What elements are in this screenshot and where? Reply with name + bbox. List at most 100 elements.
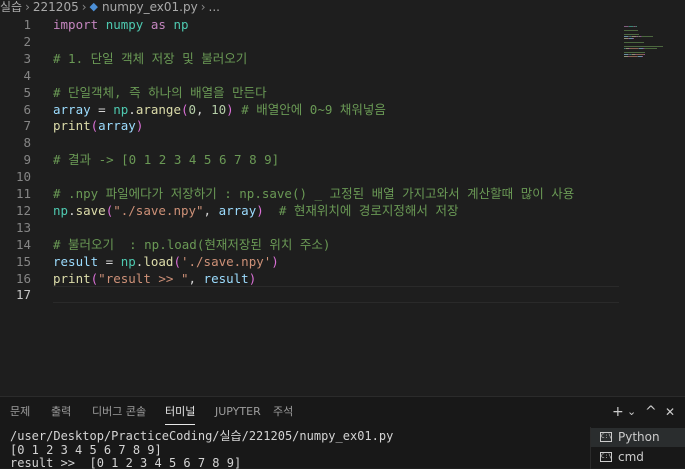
code-line[interactable]: 11 # .npy 파일에다가 저장하기 : np.save() _ 고정된 배열… — [0, 185, 620, 202]
line-code: array = np.arange(0, 10) # 배열안에 0~9 채워넣음 — [53, 101, 386, 118]
code-line[interactable]: 4 — [0, 67, 620, 84]
code-token: . — [68, 202, 76, 218]
code-token: arange — [135, 101, 181, 117]
tab-terminal[interactable]: 터미널 — [165, 397, 196, 427]
code-token: # 배열안에 0~9 채워넣음 — [241, 101, 386, 117]
code-token: load — [143, 253, 174, 269]
panel-actions: + ⌄ ^ ✕ — [610, 397, 685, 427]
chevron-right-icon: › — [200, 0, 206, 14]
terminal-item-label: cmd — [618, 450, 644, 464]
breadcrumb-folder-date[interactable]: 221205 — [33, 0, 79, 14]
line-code: # .npy 파일에다가 저장하기 : np.save() _ 고정된 배열 가… — [53, 185, 574, 202]
code-line[interactable]: 17 — [0, 286, 620, 304]
tab-comments[interactable]: 주석 — [273, 397, 293, 427]
code-token: result — [203, 270, 249, 286]
line-number: 8 — [23, 135, 31, 151]
line-number: 1 — [23, 17, 31, 32]
tab-jupyter[interactable]: JUPYTER — [215, 397, 261, 427]
line-code: print("result >> ", result) — [53, 270, 256, 287]
code-token: = — [98, 253, 121, 269]
line-number: 4 — [23, 67, 31, 83]
code-line[interactable]: 14 # 불러오기 : np.load(현재저장된 위치 주소) — [0, 236, 620, 253]
line-number: 15 — [15, 253, 31, 269]
minimap-line — [633, 38, 634, 39]
line-number: 3 — [23, 50, 31, 66]
terminal-item-python[interactable]: C:\ Python — [591, 428, 685, 447]
terminal-line: result >> [0 1 2 3 4 5 6 7 8 9] — [10, 456, 242, 469]
line-code: # 결과 -> [0 1 2 3 4 5 6 7 8 9] — [53, 151, 279, 168]
code-token: ( — [180, 101, 189, 117]
minimap-line — [636, 54, 644, 55]
bottom-panel: 문제 출력 디버그 콘솔 터미널 JUPYTER 주석 + ⌄ ^ ✕ /use… — [0, 396, 685, 469]
terminal-item-cmd[interactable]: C:\ cmd — [591, 448, 685, 467]
line-number: 5 — [23, 84, 31, 100]
minimap-line — [642, 36, 653, 37]
code-token: numpy — [105, 17, 144, 32]
minimap-line — [630, 48, 638, 49]
minimap[interactable] — [620, 14, 685, 74]
maximize-panel-icon[interactable]: ^ — [645, 397, 657, 427]
tab-problems[interactable]: 문제 — [10, 397, 30, 427]
code-token: array — [53, 101, 91, 117]
code-line[interactable]: 6 array = np.arange(0, 10) # 배열안에 0~9 채워넣… — [0, 101, 620, 118]
code-line[interactable]: 2 — [0, 33, 620, 50]
code-line[interactable]: 3 # 1. 단일 객체 저장 및 불러오기 — [0, 50, 620, 67]
line-code: print(array) — [53, 117, 143, 134]
code-token: ( — [173, 253, 181, 269]
minimap-line — [636, 26, 637, 27]
python-file-icon: ◆ — [89, 0, 98, 13]
terminal-output[interactable]: /user/Desktop/PracticeCoding/실습/221205/n… — [10, 430, 585, 469]
line-number: 12 — [15, 202, 31, 218]
terminal-line: /user/Desktop/PracticeCoding/실습/221205/n… — [10, 430, 394, 443]
tab-debug-console[interactable]: 디버그 콘솔 — [92, 397, 146, 427]
code-token: result — [53, 253, 99, 269]
terminal-icon: C:\ — [600, 432, 612, 442]
code-token: './save.npy' — [180, 253, 272, 269]
panel-tabs: 문제 출력 디버그 콘솔 터미널 JUPYTER 주석 — [0, 397, 590, 427]
breadcrumb: 실습 › 221205 › ◆ numpy_ex01.py ›... — [0, 0, 685, 14]
code-token: np — [113, 101, 129, 117]
breadcrumb-more[interactable]: ... — [209, 0, 220, 14]
code-line[interactable]: 12 np.save("./save.npy", array) # 현재위치에 경… — [0, 202, 620, 219]
chevron-right-icon: › — [25, 0, 30, 14]
add-terminal-icon[interactable]: + — [612, 397, 624, 427]
code-line[interactable]: 10 — [0, 168, 620, 185]
line-code: import numpy as np — [53, 16, 189, 33]
minimap-line — [624, 42, 644, 43]
code-token: = — [90, 101, 114, 117]
breadcrumb-folder-practice[interactable]: 실습 — [0, 0, 22, 14]
minimap-line — [645, 48, 657, 49]
code-line[interactable]: 9 # 결과 -> [0 1 2 3 4 5 6 7 8 9] — [0, 151, 620, 168]
breadcrumb-file[interactable]: numpy_ex01.py — [102, 0, 198, 14]
close-panel-icon[interactable]: ✕ — [665, 397, 675, 427]
minimap-line — [624, 30, 638, 31]
current-line-highlight — [53, 286, 619, 304]
minimap-line — [624, 52, 645, 53]
code-token: , — [203, 202, 219, 218]
code-editor[interactable]: 1 import numpy as np 2 3 # 1. 단일 객체 저장 및 불러오… — [0, 14, 620, 396]
code-token: # 결과 -> [0 1 2 3 4 5 6 7 8 9] — [53, 152, 280, 168]
line-code: # 1. 단일 객체 저장 및 불러오기 — [53, 50, 247, 67]
line-code: # 불러오기 : np.load(현재저장된 위치 주소) — [53, 236, 330, 253]
code-line[interactable]: 15 result = np.load('./save.npy') — [0, 253, 620, 270]
code-token: ) — [248, 270, 257, 286]
code-token: save — [75, 202, 106, 218]
code-line[interactable]: 5 # 단일객체, 즉 하나의 배열을 만든다 — [0, 84, 620, 101]
code-token: ) — [226, 101, 234, 117]
code-line[interactable]: 7 print(array) — [0, 117, 620, 134]
code-line[interactable]: 16 print("result >> ", result) — [0, 270, 620, 287]
tab-output[interactable]: 출력 — [51, 397, 71, 427]
code-token: , — [196, 101, 212, 117]
code-token: 10 — [211, 101, 227, 117]
line-code: # 단일객체, 즉 하나의 배열을 만든다 — [53, 84, 267, 101]
code-token: as — [150, 17, 166, 32]
terminal-item-label: Python — [618, 430, 660, 444]
code-line[interactable]: 8 — [0, 134, 620, 151]
code-line[interactable]: 1 import numpy as np — [0, 16, 620, 33]
line-number: 17 — [15, 287, 31, 303]
line-number: 2 — [23, 33, 31, 49]
chevron-down-icon[interactable]: ⌄ — [627, 397, 636, 427]
code-line[interactable]: 13 — [0, 219, 620, 236]
